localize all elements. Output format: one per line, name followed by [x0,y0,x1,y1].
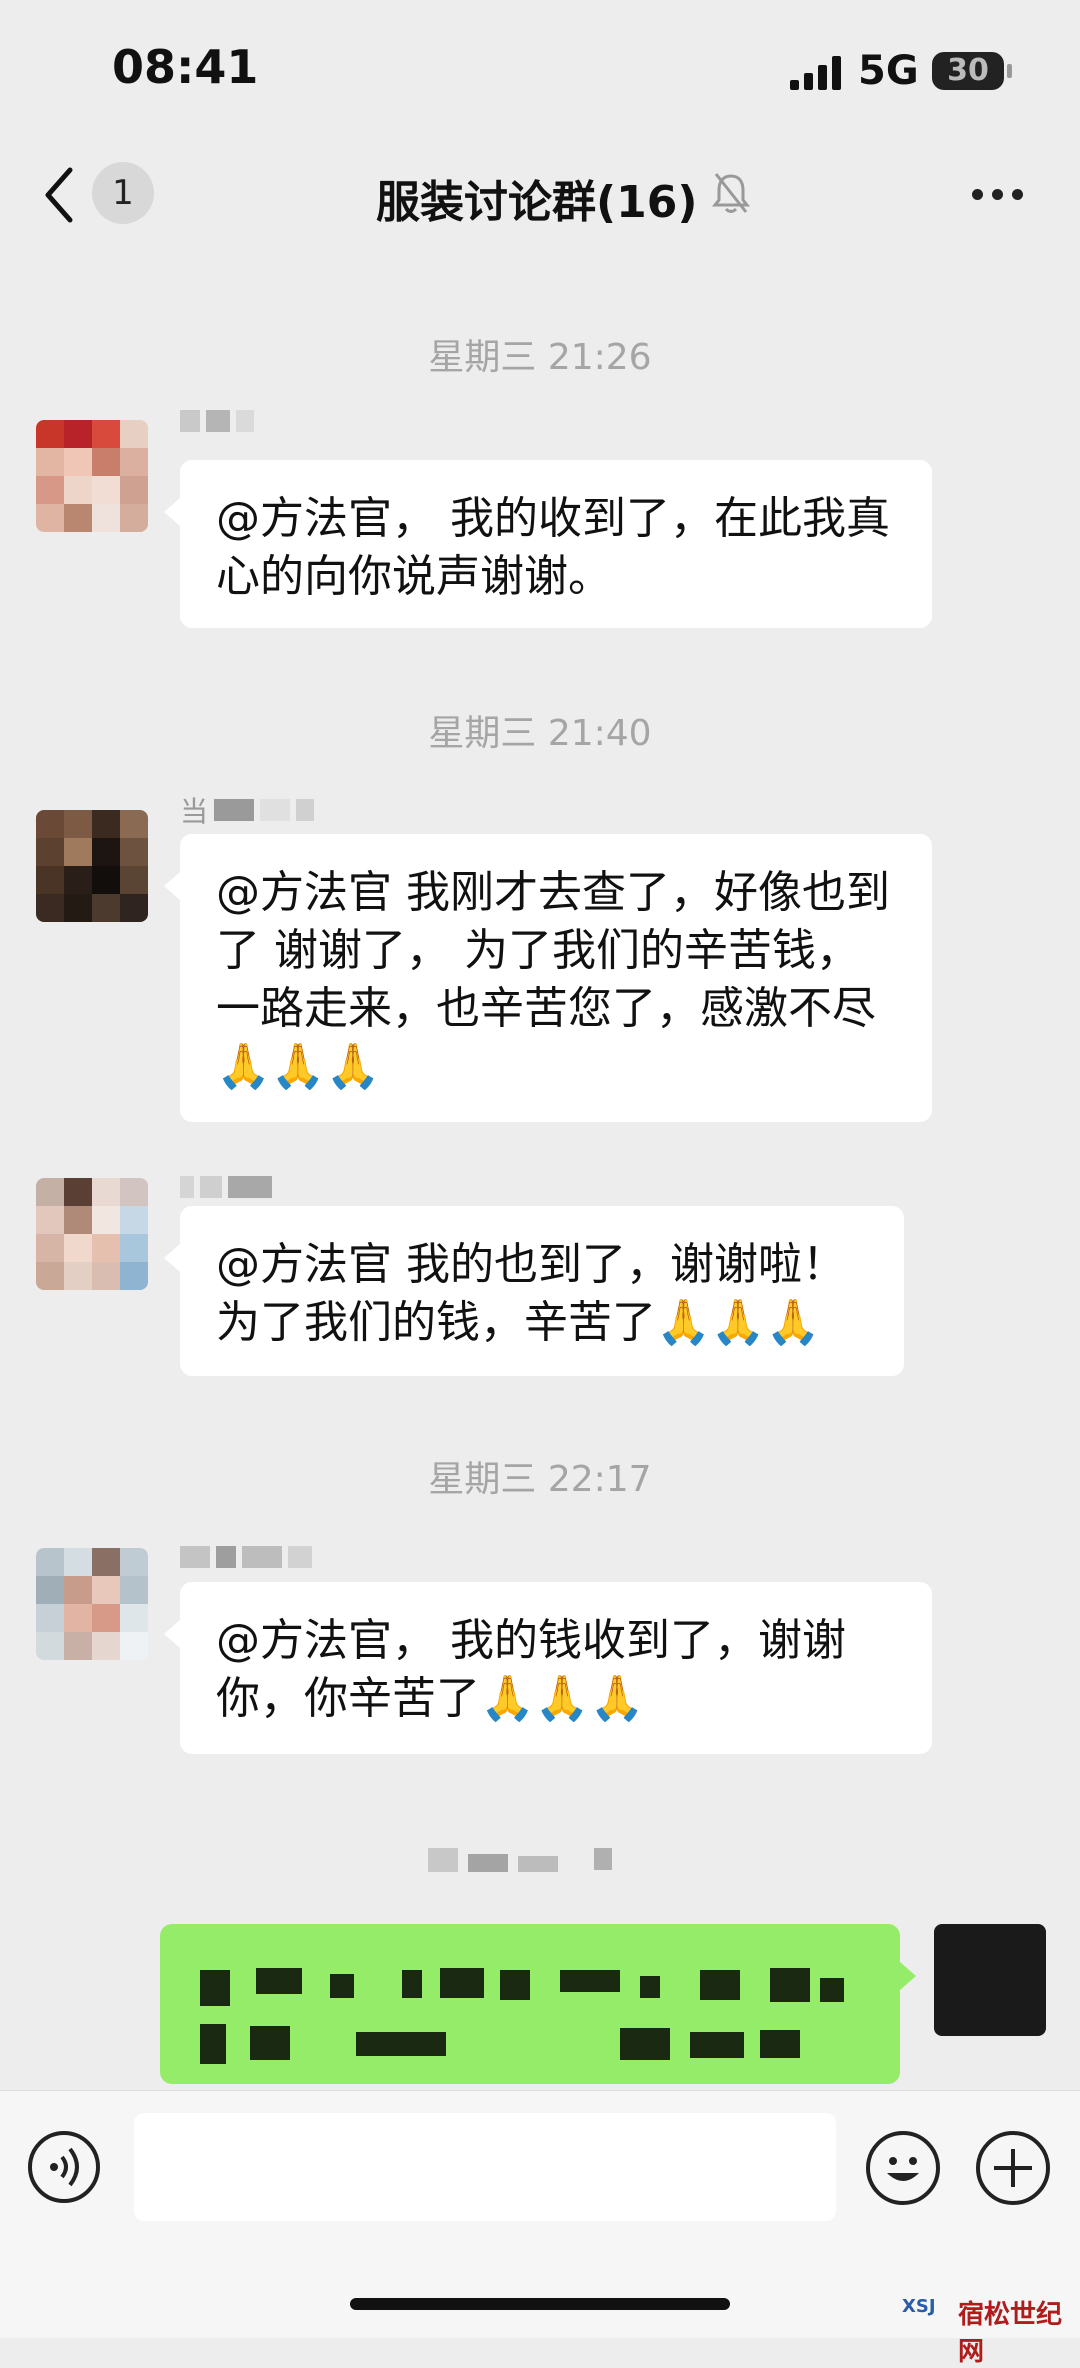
sender-name-fragment: 当 [180,795,209,828]
smiley-icon [887,2157,919,2181]
sender-name-blurred [180,410,260,440]
emoji-button[interactable] [866,2131,940,2205]
more-features-button[interactable] [976,2131,1050,2205]
battery-tip [1007,64,1012,78]
watermark: XSJ 宿松世纪网 [902,2290,1072,2367]
chat-header: 1 服装讨论群(16) [0,140,1080,250]
sender-name-blurred [428,1840,628,1880]
own-avatar[interactable] [934,1924,1046,2036]
message-bubble[interactable]: @方法官， 我的钱收到了，谢谢你，你辛苦了🙏🙏🙏 [164,1582,932,1754]
message-input[interactable] [134,2113,836,2221]
watermark-text: 宿松世纪网 [958,2300,1063,2367]
message-timestamp: 星期三 21:40 [428,713,652,754]
status-bar: 08:41 5G 30 [0,0,1080,140]
message-bubble[interactable]: @方法官， 我的收到了，在此我真心的向你说声谢谢。 [164,460,932,628]
sender-name-blurred [180,1176,278,1206]
sender-name-blurred: 当 [180,790,320,828]
message-timestamp: 星期三 21:26 [428,337,652,378]
avatar[interactable] [36,420,148,532]
pray-emoji-icon: 🙏🙏🙏 [216,1041,381,1092]
pray-emoji-icon: 🙏🙏🙏 [656,1297,821,1348]
mute-bell-icon [712,173,750,213]
pray-emoji-icon: 🙏🙏🙏 [480,1673,645,1724]
plus-icon [994,2149,1032,2187]
avatar[interactable] [36,1178,148,1290]
own-bubble-tail [900,1962,916,1990]
sender-name-blurred [180,1546,318,1576]
message-bubble[interactable]: @方法官 我刚才去查了，好像也到了 谢谢了， 为了我们的辛苦钱，一路走来，也辛苦… [164,834,932,1122]
more-dot-icon [992,189,1003,200]
message-timestamp: 星期三 22:17 [428,1459,652,1500]
own-message-bubble-blurred[interactable] [160,1924,900,2084]
message-bubble[interactable]: @方法官 我的也到了，谢谢啦！为了我们的钱，辛苦了🙏🙏🙏 [164,1206,904,1376]
more-dot-icon [972,189,983,200]
voice-icon [50,2147,79,2187]
network-type: 5G [858,48,919,94]
unread-count-badge[interactable]: 1 [92,162,154,224]
message-text: @方法官， 我的收到了，在此我真心的向你说声谢谢。 [216,493,890,602]
watermark-logo: XSJ [902,2296,936,2317]
status-time: 08:41 [112,40,259,94]
voice-input-button[interactable] [28,2131,100,2203]
signal-icon [790,56,841,90]
battery-icon: 30 [932,52,1004,90]
back-icon[interactable] [40,162,80,228]
avatar[interactable] [36,1548,148,1660]
more-dot-icon [1012,189,1023,200]
message-text: @方法官 我刚才去查了，好像也到了 谢谢了， 为了我们的辛苦钱，一路走来，也辛苦… [216,867,890,1034]
avatar[interactable] [36,810,148,922]
group-title[interactable]: 服装讨论群(16) [376,166,697,230]
home-indicator [350,2298,730,2310]
more-options-button[interactable] [972,180,1032,210]
